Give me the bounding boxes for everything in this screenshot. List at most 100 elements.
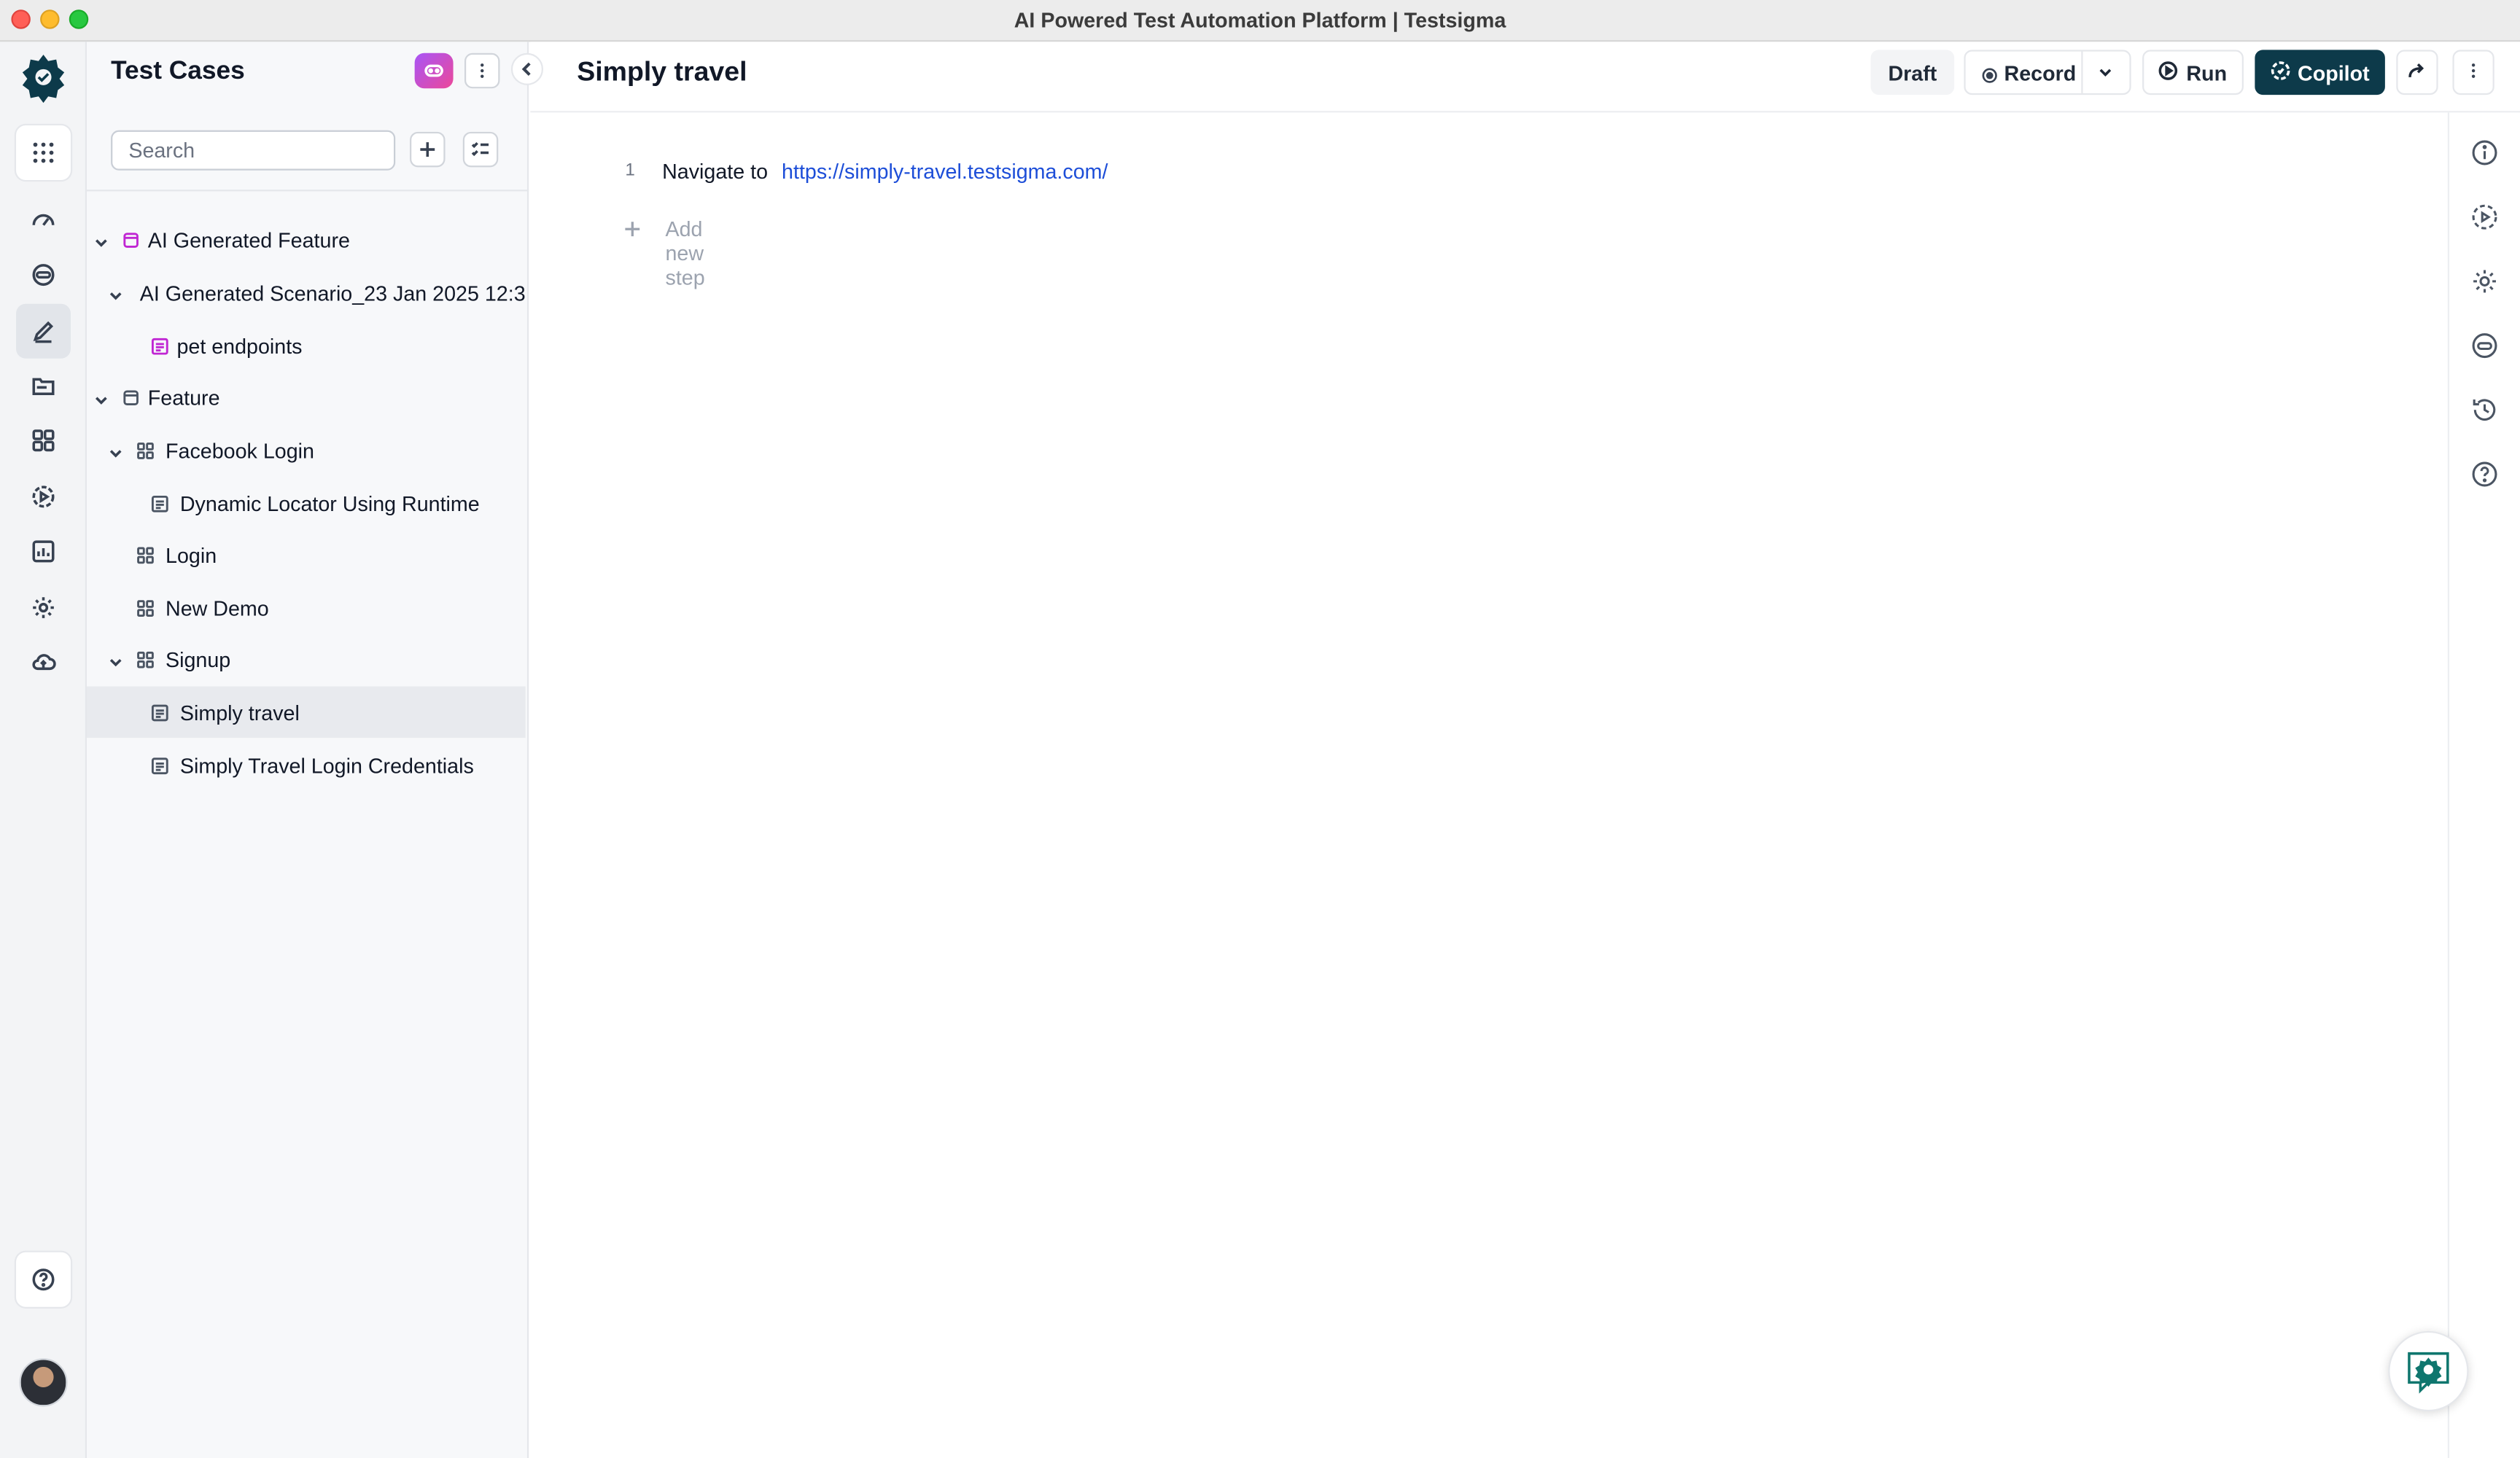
title-bar: AI Powered Test Automation Platform | Te… bbox=[0, 0, 2520, 42]
step-text[interactable]: Navigate to https://simply-travel.testsi… bbox=[662, 159, 1108, 183]
app-window: AI Powered Test Automation Platform | Te… bbox=[0, 0, 2520, 1458]
run-button[interactable]: Run bbox=[2142, 50, 2244, 95]
chat-support-button[interactable] bbox=[2388, 1330, 2469, 1412]
test-case-icon bbox=[151, 755, 168, 775]
share-icon bbox=[2408, 61, 2427, 85]
dashboard-icon[interactable] bbox=[16, 193, 71, 248]
run-history-play-icon[interactable] bbox=[2470, 203, 2500, 232]
feature-folder-icon bbox=[122, 230, 140, 248]
right-tool-rail bbox=[2447, 112, 2520, 1458]
help-icon[interactable] bbox=[16, 1252, 71, 1307]
step-action: Navigate to bbox=[662, 159, 769, 184]
more-vertical-icon bbox=[2464, 61, 2483, 85]
tree-item-label: Simply travel bbox=[179, 701, 300, 725]
tree-item[interactable]: Feature bbox=[87, 371, 526, 423]
maximize-window-button[interactable] bbox=[69, 9, 89, 29]
copilot-label: Copilot bbox=[2298, 60, 2370, 85]
history-icon[interactable] bbox=[2470, 395, 2500, 424]
tree-item-label: AI Generated Feature bbox=[147, 228, 350, 253]
chevron-down-icon[interactable] bbox=[93, 389, 109, 405]
testsigma-logo-icon[interactable] bbox=[18, 52, 69, 104]
record-button[interactable]: Record bbox=[1964, 50, 2131, 95]
elements-icon[interactable] bbox=[16, 413, 71, 468]
chat-bot-icon bbox=[2408, 1352, 2449, 1394]
tree-item[interactable]: Simply Travel Login Credentials bbox=[87, 739, 526, 791]
panel-more-button[interactable] bbox=[464, 52, 500, 89]
apps-icon[interactable] bbox=[16, 125, 71, 180]
ai-assistant-icon[interactable] bbox=[414, 52, 454, 89]
ai-agent-icon[interactable] bbox=[2470, 331, 2500, 360]
window-controls bbox=[11, 9, 89, 29]
reports-icon[interactable] bbox=[16, 524, 71, 579]
add-step-icon[interactable] bbox=[619, 215, 645, 241]
page-title: Simply travel bbox=[577, 56, 747, 87]
collapse-panel-button[interactable] bbox=[510, 52, 543, 85]
tree-item-label: AI Generated Scenario_23 Jan 2025 12:30:… bbox=[139, 281, 526, 305]
tree-item[interactable]: Login bbox=[87, 529, 526, 580]
tree-item-label: Feature bbox=[147, 386, 220, 410]
tree-item[interactable]: AI Generated Feature bbox=[87, 214, 526, 265]
tree-item[interactable]: Signup bbox=[87, 634, 526, 685]
copilot-icon[interactable] bbox=[16, 248, 71, 303]
chevron-down-icon[interactable] bbox=[108, 442, 124, 458]
editor-area: Simply travel Draft Record Run Copilot 1… bbox=[530, 42, 2520, 1458]
tree-item[interactable]: Simply travel bbox=[87, 686, 526, 738]
feature-folder-icon bbox=[122, 387, 140, 406]
chevron-down-icon[interactable] bbox=[108, 651, 124, 667]
test-settings-icon[interactable] bbox=[2470, 267, 2500, 296]
bulk-select-button[interactable] bbox=[462, 131, 499, 168]
tree-item-label: New Demo bbox=[166, 596, 269, 621]
add-new-step-input[interactable]: Add new step bbox=[665, 217, 704, 289]
tree-item-label: Facebook Login bbox=[166, 438, 314, 464]
settings-icon[interactable] bbox=[16, 580, 71, 635]
draft-label: Draft bbox=[1888, 60, 1937, 85]
tree-item-label: Dynamic Locator Using Runtime bbox=[179, 491, 480, 516]
test-case-icon bbox=[151, 494, 168, 512]
tree-item-label: Signup bbox=[166, 647, 231, 672]
scenario-grid-icon bbox=[136, 440, 154, 459]
nav-rail bbox=[0, 42, 88, 1458]
draft-status-button[interactable]: Draft bbox=[1870, 50, 1955, 95]
help-circle-icon[interactable] bbox=[2470, 460, 2500, 489]
panel-title: Test Cases bbox=[111, 58, 245, 85]
add-test-case-button[interactable] bbox=[410, 131, 446, 168]
test-data-icon[interactable] bbox=[16, 359, 71, 413]
test-cases-icon[interactable] bbox=[16, 303, 71, 359]
scenario-grid-icon bbox=[136, 650, 154, 668]
chevron-down-icon[interactable] bbox=[2096, 63, 2115, 82]
tree-item-label: pet endpoints bbox=[176, 334, 303, 359]
run-label: Run bbox=[2186, 60, 2228, 85]
editor-header: Simply travel Draft Record Run Copilot bbox=[530, 42, 2520, 113]
test-cases-panel: Test Cases AI Generated Feature AI Genera… bbox=[87, 42, 529, 1458]
close-window-button[interactable] bbox=[11, 9, 31, 29]
cloud-icon[interactable] bbox=[16, 635, 71, 690]
step-url[interactable]: https://simply-travel.testsigma.com/ bbox=[782, 159, 1108, 183]
search-input[interactable] bbox=[111, 130, 396, 171]
share-button[interactable] bbox=[2396, 50, 2438, 95]
step-number: 1 bbox=[625, 160, 635, 180]
scenario-grid-icon bbox=[136, 598, 154, 617]
tree-item-label: Simply Travel Login Credentials bbox=[179, 754, 474, 779]
copilot-icon bbox=[2270, 61, 2290, 85]
tree-item[interactable]: pet endpoints bbox=[87, 320, 526, 372]
tree-item-label: Login bbox=[166, 543, 217, 568]
chevron-down-icon[interactable] bbox=[108, 284, 124, 300]
more-options-button[interactable] bbox=[2452, 50, 2494, 95]
record-divider bbox=[2081, 51, 2083, 93]
tree-item[interactable]: Dynamic Locator Using Runtime bbox=[87, 477, 526, 529]
chevron-down-icon[interactable] bbox=[93, 232, 109, 248]
runs-icon[interactable] bbox=[16, 469, 71, 524]
record-dot-icon bbox=[1982, 64, 1998, 83]
play-icon bbox=[2159, 61, 2178, 85]
user-avatar[interactable] bbox=[19, 1358, 68, 1407]
window-title: AI Powered Test Automation Platform | Te… bbox=[1014, 8, 1506, 33]
tree-item[interactable]: Facebook Login bbox=[87, 424, 526, 476]
record-label: Record bbox=[2004, 61, 2077, 85]
tree-item[interactable]: AI Generated Scenario_23 Jan 2025 12:30:… bbox=[87, 267, 526, 319]
tree-item[interactable]: New Demo bbox=[87, 582, 526, 634]
copilot-button[interactable]: Copilot bbox=[2255, 50, 2385, 95]
minimize-window-button[interactable] bbox=[40, 9, 60, 29]
scenario-grid-icon bbox=[136, 545, 154, 564]
panel-divider bbox=[87, 190, 529, 192]
info-icon[interactable] bbox=[2470, 139, 2500, 168]
